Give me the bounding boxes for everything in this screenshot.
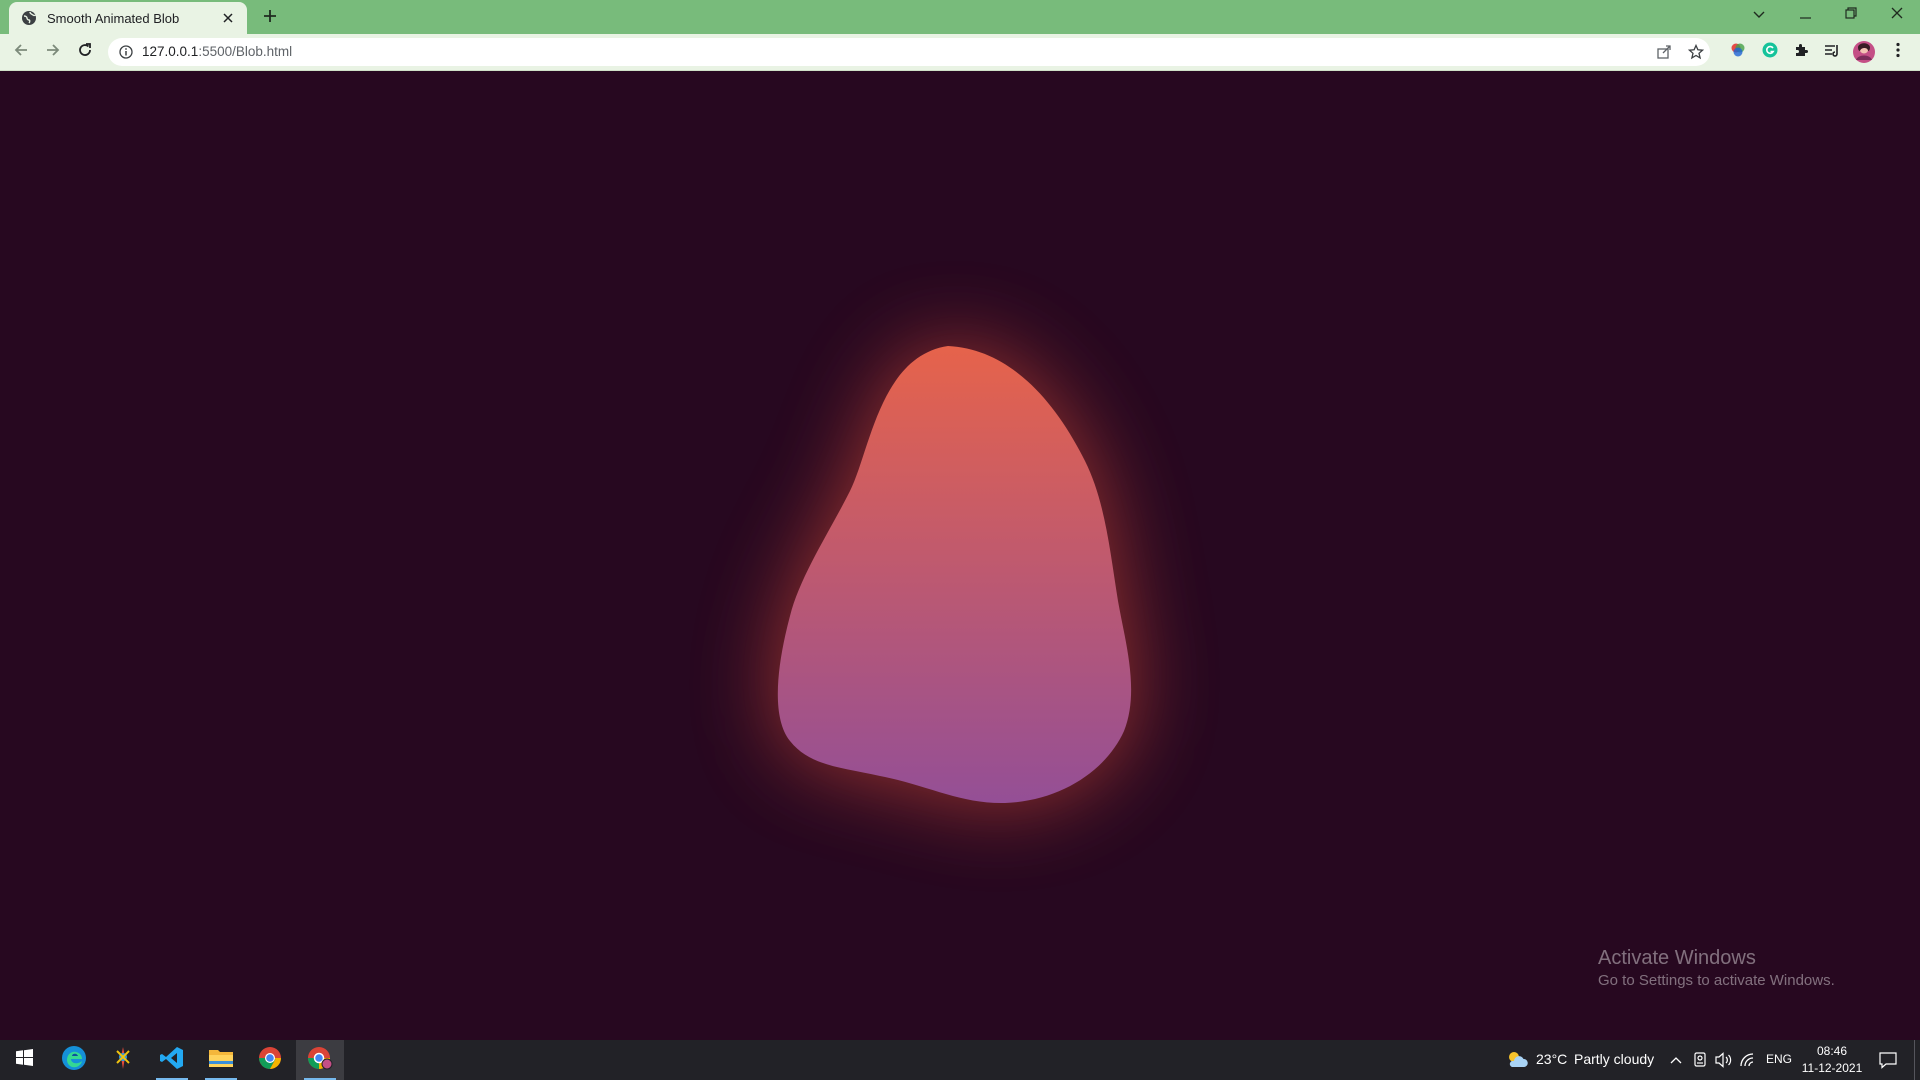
grammarly-extension[interactable] [1756,38,1784,66]
blob-canvas [777,346,1132,804]
taskbar-chrome[interactable] [246,1040,294,1080]
forward-arrow-icon [45,42,61,63]
plus-icon [263,9,277,28]
browser-toolbar: 127.0.0.1:5500/Blob.html [0,34,1920,70]
activate-windows-watermark: Activate Windows Go to Settings to activ… [1598,945,1835,991]
tab-search-icon [1753,6,1765,24]
reload-button[interactable] [71,38,99,66]
clock-date: 11-12-2021 [1801,1061,1863,1075]
color-wheel-icon [1730,42,1746,63]
notification-icon[interactable] [1878,1050,1898,1070]
taskbar-edge[interactable] [50,1040,98,1080]
taskbar-file-explorer[interactable] [197,1040,245,1080]
browser-tab[interactable]: Smooth Animated Blob [9,2,247,34]
tab-title: Smooth Animated Blob [47,10,180,26]
paint-app-icon [111,1045,135,1076]
color-wheel-extension[interactable] [1724,38,1752,66]
url-host: 127.0.0.1 [142,44,199,59]
back-arrow-icon [13,42,29,63]
minimize-button[interactable] [1782,0,1828,30]
partly-cloudy-icon[interactable] [1505,1050,1529,1070]
file-explorer-icon [208,1047,234,1074]
kebab-menu-icon [1896,42,1900,63]
minimize-icon [1799,6,1811,24]
restore-button[interactable] [1828,0,1874,30]
close-window-button[interactable] [1874,0,1920,30]
watermark-subtitle: Go to Settings to activate Windows. [1598,972,1835,989]
bookmark-star-icon[interactable] [1686,42,1706,62]
meet-now-icon[interactable] [1690,1050,1710,1070]
forward-button[interactable] [39,38,67,66]
animated-blob [777,346,1132,804]
profile-avatar[interactable] [1850,38,1878,66]
info-icon[interactable] [118,44,134,60]
chrome-icon [258,1046,282,1075]
taskbar-clock[interactable]: 08:46 11-12-2021 [1796,1043,1868,1077]
windows-taskbar: 23°C Partly cloudy ENG 08:46 11-12-2021 [0,1040,1920,1080]
page-viewport: Activate Windows Go to Settings to activ… [0,71,1920,1040]
globe-icon [21,10,37,26]
url-path: :5500/Blob.html [198,44,293,59]
weather-temp[interactable]: 23°C [1536,1051,1567,1067]
clock-time: 08:46 [1816,1044,1848,1058]
back-button[interactable] [7,38,35,66]
taskbar-vscode[interactable] [148,1040,196,1080]
vscode-icon [160,1046,184,1075]
chevron-up-icon[interactable] [1666,1050,1686,1070]
reading-list-icon [1824,42,1840,63]
new-tab-button[interactable] [258,6,282,30]
start-button[interactable] [0,1040,48,1080]
browser-menu-button[interactable] [1884,38,1912,66]
address-bar[interactable]: 127.0.0.1:5500/Blob.html [108,38,1710,66]
taskbar-chrome-profile[interactable] [296,1040,344,1080]
windows-start-icon [15,1049,33,1071]
tab-search-button[interactable] [1736,0,1782,30]
puzzle-extensions-icon [1793,42,1809,63]
edge-icon [61,1045,87,1076]
close-tab-icon[interactable] [219,9,237,27]
language-indicator[interactable]: ENG [1766,1052,1792,1066]
browser-tab-strip: Smooth Animated Blob [0,0,1920,34]
address-url: 127.0.0.1:5500/Blob.html [142,38,292,66]
chrome-profile-icon [307,1046,333,1075]
close-icon [1891,6,1903,24]
taskbar-paint-app[interactable] [99,1040,147,1080]
share-icon[interactable] [1654,42,1674,62]
watermark-title: Activate Windows [1598,947,1756,969]
weather-condition[interactable]: Partly cloudy [1574,1051,1654,1067]
reading-list-button[interactable] [1818,38,1846,66]
wifi-icon[interactable] [1738,1050,1758,1070]
show-desktop-button[interactable] [1914,1040,1920,1080]
reload-icon [77,42,93,63]
extensions-button[interactable] [1787,38,1815,66]
grammarly-icon [1762,42,1778,63]
restore-icon [1845,6,1857,24]
volume-icon[interactable] [1714,1050,1734,1070]
